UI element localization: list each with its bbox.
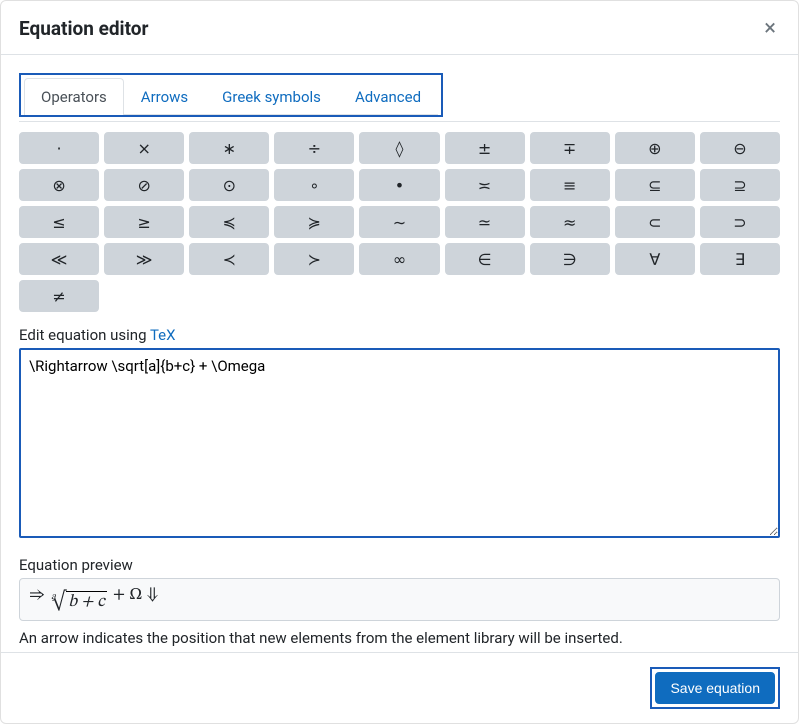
operator-button[interactable]: ≍ [445,169,525,201]
operator-button[interactable]: ÷ [274,132,354,164]
save-highlight-frame: Save equation [650,667,780,709]
operator-button[interactable]: ≥ [104,206,184,238]
operator-grid: ·×∗÷◊±∓⊕⊖ ⊗⊘⊙∘•≍≡⊆⊇ ≤≥≼≽∼≃≈⊂⊃ ≪≫≺≻∞∈∋∀∃ ≠ [19,132,780,312]
operator-button[interactable]: · [19,132,99,164]
close-button[interactable]: × [760,18,780,40]
operator-button[interactable]: ⊙ [189,169,269,201]
tabs-highlight-frame: OperatorsArrowsGreek symbolsAdvanced [19,73,443,117]
save-equation-button[interactable]: Save equation [655,672,775,704]
operator-button[interactable]: ∋ [530,243,610,275]
operator-button[interactable]: ⊘ [104,169,184,201]
tab-operators[interactable]: Operators [24,78,124,115]
modal-header: Equation editor × [1,1,798,55]
tex-input[interactable]: \Rightarrow \sqrt[a]{b+c} + \Omega [19,348,780,538]
operator-button[interactable]: ≪ [19,243,99,275]
edit-equation-label: Edit equation using TeX [19,326,780,344]
equation-preview: ⇒ a √ b + c + Ω ⇓ [19,578,780,621]
operator-button[interactable]: ≈ [530,206,610,238]
tab-advanced[interactable]: Advanced [338,78,438,115]
tex-link[interactable]: TeX [150,326,176,344]
operator-button[interactable]: ≃ [445,206,525,238]
operator-button[interactable]: ≺ [189,243,269,275]
operator-button[interactable]: ≼ [189,206,269,238]
operator-button[interactable]: ≽ [274,206,354,238]
operator-button[interactable]: • [359,169,439,201]
operator-button[interactable]: × [104,132,184,164]
operator-button[interactable]: ± [445,132,525,164]
operator-button[interactable]: ∘ [274,169,354,201]
operator-button[interactable]: ≫ [104,243,184,275]
modal-title: Equation editor [19,17,148,40]
equation-editor-modal: Equation editor × OperatorsArrowsGreek s… [0,0,799,724]
operator-button[interactable]: ≡ [530,169,610,201]
operator-button[interactable]: ∃ [700,243,780,275]
preview-root-body: b + c [66,591,107,613]
operator-button[interactable]: ◊ [359,132,439,164]
operator-button[interactable]: ∀ [615,243,695,275]
modal-footer: Save equation [1,652,798,723]
operator-button[interactable]: ⊃ [700,206,780,238]
operator-button[interactable]: ⊆ [615,169,695,201]
preview-label: Equation preview [19,556,780,574]
operator-button[interactable]: ⊂ [615,206,695,238]
modal-body: OperatorsArrowsGreek symbolsAdvanced ·×∗… [1,55,798,652]
tab-greek-symbols[interactable]: Greek symbols [205,78,338,115]
operator-button[interactable]: ∼ [359,206,439,238]
operator-button[interactable]: ∈ [445,243,525,275]
tab-arrows[interactable]: Arrows [124,78,205,115]
operator-button[interactable]: ⊖ [700,132,780,164]
operator-button[interactable]: ⊇ [700,169,780,201]
tabs: OperatorsArrowsGreek symbolsAdvanced [24,78,438,115]
preview-root-index: a [51,591,56,604]
preview-root: a √ b + c [51,591,107,614]
preview-plus: + [113,587,125,604]
operator-button[interactable]: ∞ [359,243,439,275]
preview-omega: Ω [129,587,142,604]
operator-button[interactable]: ∗ [189,132,269,164]
operator-button[interactable]: ≻ [274,243,354,275]
insert-help-text: An arrow indicates the position that new… [19,629,780,647]
preview-insert-marker: ⇓ [146,587,158,604]
operator-button[interactable]: ≤ [19,206,99,238]
edit-label-prefix: Edit equation using [19,326,150,344]
operator-button[interactable]: ≠ [19,280,99,312]
operator-button[interactable]: ⊕ [615,132,695,164]
operator-button[interactable]: ⊗ [19,169,99,201]
preview-rightarrow: ⇒ [30,587,45,604]
operator-button[interactable]: ∓ [530,132,610,164]
